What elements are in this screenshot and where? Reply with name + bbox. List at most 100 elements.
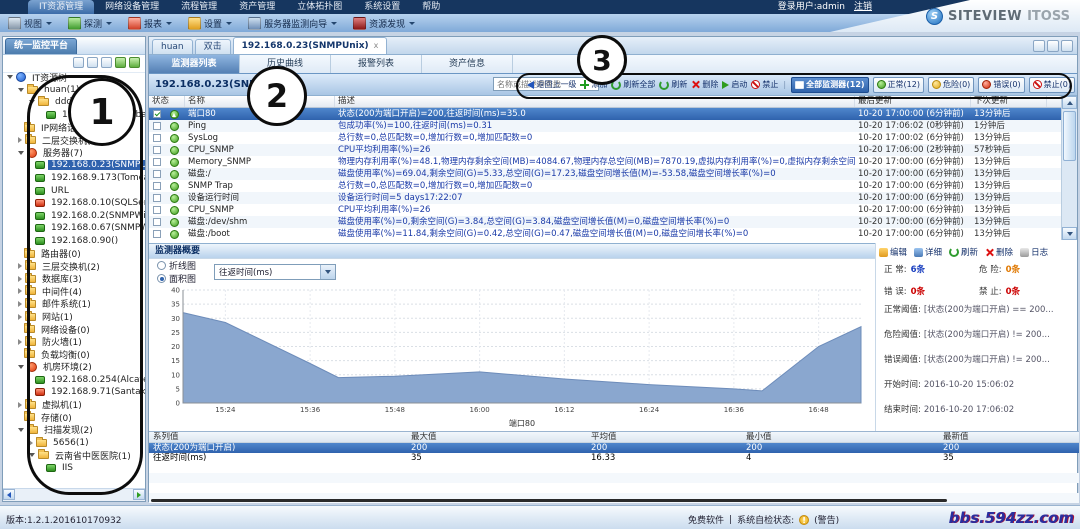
row-checkbox[interactable]: [153, 146, 161, 154]
subtab-4[interactable]: 资产信息: [422, 55, 513, 73]
tab-scroll-right-icon[interactable]: [1047, 40, 1059, 52]
row-checkbox[interactable]: [153, 206, 161, 214]
ribbon-button-1[interactable]: 视图: [8, 16, 53, 30]
series-row[interactable]: 状态(200为端口开启) 200 200 200 200: [149, 443, 1079, 453]
scroll-down-icon[interactable]: [1062, 227, 1077, 240]
menu-item-4[interactable]: 资产管理: [228, 0, 286, 14]
tree-toggle-icon[interactable]: [18, 364, 24, 369]
tree-toggle-icon[interactable]: [18, 288, 22, 295]
refresh-icon: [949, 247, 960, 257]
menu-item-5[interactable]: 立体拓扑图: [286, 0, 353, 14]
tab-close-icon[interactable]: x: [374, 39, 379, 53]
row-checkbox[interactable]: [153, 218, 161, 226]
column-header-1[interactable]: 状态: [149, 96, 185, 107]
series-column-3[interactable]: 平均值: [587, 432, 742, 442]
chevron-down-icon[interactable]: [320, 265, 336, 279]
tab-list-icon[interactable]: [1061, 40, 1073, 52]
menu-item-2[interactable]: 网络设备管理: [94, 0, 170, 14]
detail-refresh-button[interactable]: 刷新: [949, 246, 978, 258]
monitor-row[interactable]: 设备运行时间 设备运行时间=5 days17:22:07 10-20 17:00:0…: [149, 192, 1063, 204]
locate-icon[interactable]: [101, 57, 112, 68]
monitor-row[interactable]: 磁盘:/dev/shm 磁盘使用率(%)=0,剩余空间(G)=3.84,总空间(G…: [149, 216, 1063, 228]
chart-type-radio-2[interactable]: 面积图: [157, 272, 196, 285]
monitor-row[interactable]: SysLog 总行数=0,总匹配数=0,增加行数=0,增加匹配数=0 10-20 1…: [149, 132, 1063, 144]
series-column-4[interactable]: 最小值: [742, 432, 939, 442]
tree-toggle-icon[interactable]: [18, 338, 22, 345]
tree-toggle-icon[interactable]: [18, 137, 22, 144]
subtab-3[interactable]: 报警列表: [331, 55, 422, 73]
series-column-1[interactable]: 系列值: [149, 432, 407, 442]
row-checkbox[interactable]: [153, 170, 161, 178]
detail-delete-button[interactable]: 删除: [985, 246, 1013, 258]
series-row[interactable]: 往返时间(ms) 35 16.33 4 35: [149, 453, 1079, 463]
scroll-up-icon[interactable]: [1062, 96, 1077, 109]
series-column-2[interactable]: 最大值: [407, 432, 587, 442]
tree-toggle-icon[interactable]: [18, 275, 22, 282]
row-checkbox[interactable]: [153, 158, 161, 166]
monitor-row[interactable]: 磁盘:/boot 磁盘使用率(%)=11.84,剩余空间(G)=0.42,总空间(…: [149, 228, 1063, 240]
detail-edit-button[interactable]: 编辑: [879, 246, 907, 258]
ribbon-button-4[interactable]: 设置: [188, 16, 233, 30]
tree-toggle-icon[interactable]: [18, 401, 22, 408]
ribbon-button-2[interactable]: 探测: [68, 16, 113, 30]
metric-select[interactable]: 往返时间(ms): [214, 264, 337, 280]
doc-tab-3[interactable]: 192.168.0.23(SNMPUnix) x: [232, 37, 388, 54]
tree-toggle-icon[interactable]: [18, 313, 22, 320]
monitor-row[interactable]: SNMP Trap 总行数=0,总匹配数=0,增加行数=0,增加匹配数=0 10-2…: [149, 180, 1063, 192]
row-checkbox[interactable]: [153, 182, 161, 190]
svg-text:20: 20: [171, 343, 180, 351]
collapse-all-icon[interactable]: [87, 57, 98, 68]
monitor-table-scrollbar[interactable]: [1061, 96, 1077, 240]
free-software-label: 免费软件: [688, 516, 725, 526]
row-checkbox[interactable]: [153, 194, 161, 202]
series-column-5[interactable]: 最新值: [939, 432, 1079, 442]
row-checkbox[interactable]: [153, 110, 161, 118]
doc-tab-2[interactable]: 双击: [194, 39, 231, 54]
svg-text:16:24: 16:24: [639, 406, 660, 414]
tree-toggle-icon[interactable]: [18, 150, 24, 155]
monitor-row[interactable]: 磁盘:/ 磁盘使用率(%)=69.04,剩余空间(G)=5.33,总空间(G)=1…: [149, 168, 1063, 180]
svg-text:15: 15: [171, 357, 180, 365]
scroll-left-icon[interactable]: [3, 489, 15, 500]
row-checkbox[interactable]: [153, 122, 161, 130]
monitor-row[interactable]: Memory_SNMP 物理内存利用率(%)=48.1,物理内存剩余空间(MB)=…: [149, 156, 1063, 168]
row-checkbox[interactable]: [153, 134, 161, 142]
monitor-row[interactable]: CPU_SNMP CPU平均利用率(%)=26 10-20 17:06:00 (2秒…: [149, 144, 1063, 156]
detail-detail-button[interactable]: 详细: [914, 246, 942, 258]
ribbon-button-5[interactable]: 服务器监测向导: [248, 16, 338, 30]
tree-toggle-icon[interactable]: [18, 263, 22, 270]
tree-toggle-icon[interactable]: [7, 75, 13, 80]
monitor-row[interactable]: CPU_SNMP CPU平均利用率(%)=26 10-20 17:00:00 (6分…: [149, 204, 1063, 216]
log-icon: [1020, 247, 1030, 257]
ribbon-button-3[interactable]: 报表: [128, 16, 173, 30]
menu-item-1[interactable]: IT资源管理: [28, 0, 95, 14]
action-label: 删除: [996, 248, 1014, 258]
status-ok-icon: [169, 133, 179, 143]
chevron-down-icon: [331, 21, 338, 25]
monitor-name: 磁盘:/: [188, 169, 211, 179]
doc-tab-1[interactable]: huan: [152, 39, 193, 54]
subtab-1[interactable]: 监测器列表: [149, 55, 240, 73]
detail-log-button[interactable]: 日志: [1020, 246, 1048, 258]
scrollbar-thumb[interactable]: [1063, 111, 1076, 161]
selfcheck-status[interactable]: (警告): [814, 513, 839, 526]
sidebar-tab-monitor-platform[interactable]: 统一监控平台: [5, 38, 78, 54]
menu-item-3[interactable]: 流程管理: [170, 0, 228, 14]
row-checkbox[interactable]: [153, 230, 161, 238]
topology-icon[interactable]: [129, 57, 140, 68]
scroll-right-icon[interactable]: [133, 489, 145, 500]
menu-item-7[interactable]: 帮助: [411, 0, 451, 14]
ribbon-label: 服务器监测向导: [264, 19, 328, 30]
detail-field-value: 2016-10-20 17:06:02: [923, 405, 1015, 415]
logout-link[interactable]: 注销: [854, 1, 872, 13]
tree-toggle-icon[interactable]: [18, 87, 24, 92]
tree-toggle-icon[interactable]: [18, 300, 22, 307]
monitor-name: CPU_SNMP: [188, 145, 234, 155]
ribbon-button-6[interactable]: 资源发现: [353, 16, 416, 30]
tab-scroll-left-icon[interactable]: [1033, 40, 1045, 52]
tree-toggle-icon[interactable]: [18, 427, 24, 432]
expand-all-icon[interactable]: [73, 57, 84, 68]
refresh-icon[interactable]: [115, 57, 126, 68]
menu-item-6[interactable]: 系统设置: [353, 0, 411, 14]
chart-type-radio-1[interactable]: 折线图: [157, 259, 196, 272]
